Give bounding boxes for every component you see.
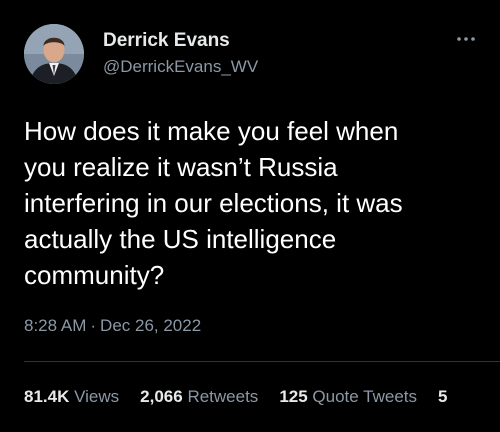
tweet-text-line: you realize it wasn’t Russia bbox=[24, 152, 338, 182]
tweet-text: How does it make you feel when you reali… bbox=[24, 113, 484, 293]
more-options-button[interactable] bbox=[454, 32, 478, 46]
views-count: 81.4K bbox=[24, 387, 70, 406]
more-horizontal-icon bbox=[457, 37, 475, 41]
quote-tweets-stat[interactable]: 125 Quote Tweets bbox=[279, 386, 417, 408]
tweet-text-line: community? bbox=[24, 260, 165, 290]
tweet: Derrick Evans @DerrickEvans_WV How does … bbox=[0, 0, 500, 432]
tweet-text-line: How does it make you feel when bbox=[24, 116, 399, 146]
tweet-text-line: actually the US intelligence bbox=[24, 224, 337, 254]
tweet-stats: 81.4K Views 2,066 Retweets 125 Quote Twe… bbox=[24, 386, 500, 408]
avatar-image bbox=[24, 24, 84, 84]
avatar[interactable] bbox=[24, 24, 84, 84]
author-handle[interactable]: @DerrickEvans_WV bbox=[103, 56, 258, 78]
retweets-label: Retweets bbox=[187, 387, 259, 406]
retweets-stat[interactable]: 2,066 Retweets bbox=[140, 386, 258, 408]
quote-tweets-count: 125 bbox=[279, 387, 308, 406]
likes-stat[interactable]: 5 bbox=[438, 386, 447, 408]
tweet-date: Dec 26, 2022 bbox=[100, 316, 202, 335]
quote-tweets-label: Quote Tweets bbox=[312, 387, 418, 406]
likes-count: 5 bbox=[438, 387, 448, 406]
views-stat[interactable]: 81.4K Views bbox=[24, 386, 119, 408]
divider bbox=[24, 361, 500, 362]
timestamp-separator: · bbox=[90, 316, 97, 335]
views-label: Views bbox=[74, 387, 120, 406]
author-display-name[interactable]: Derrick Evans bbox=[103, 30, 258, 52]
author-names: Derrick Evans @DerrickEvans_WV bbox=[103, 30, 258, 78]
tweet-time: 8:28 AM bbox=[24, 316, 87, 335]
tweet-timestamp[interactable]: 8:28 AM · Dec 26, 2022 bbox=[24, 316, 201, 336]
retweets-count: 2,066 bbox=[140, 387, 183, 406]
tweet-text-line: interfering in our elections, it was bbox=[24, 188, 403, 218]
tweet-header: Derrick Evans @DerrickEvans_WV bbox=[24, 24, 484, 84]
